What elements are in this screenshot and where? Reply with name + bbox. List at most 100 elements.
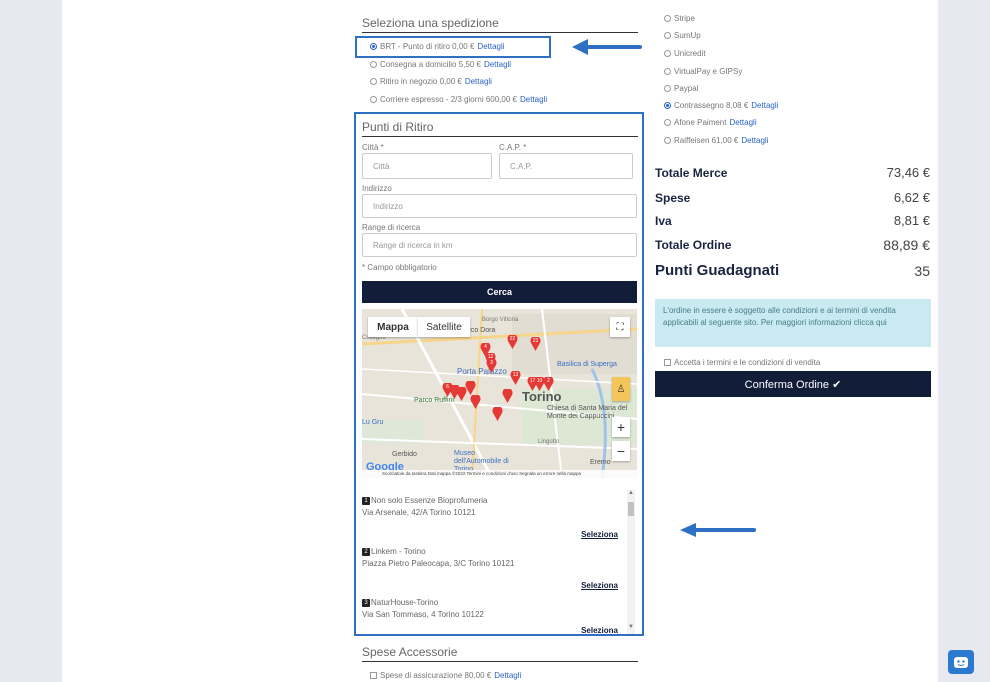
expenses-label: Spese: [655, 191, 691, 205]
map-footer[interactable]: Scorciatoie da tastiera Dati mappa ©2022…: [362, 470, 637, 478]
payment-option-afone[interactable]: Afone Paiment Dettagli: [664, 118, 757, 127]
pickup-title: Punti di Ritiro: [362, 120, 434, 134]
expenses-value: 6,62 €: [893, 190, 930, 205]
radio-icon[interactable]: [370, 78, 377, 85]
option-label: Corriere espresso - 2/3 giorni 600,00 €: [380, 95, 517, 104]
select-store-button[interactable]: Seleziona: [581, 626, 618, 634]
shipping-option-store[interactable]: Ritiro in negozio 0,00 € Dettagli: [370, 77, 492, 86]
confirm-order-button[interactable]: Conferma Ordine ✔: [655, 371, 931, 397]
select-store-button[interactable]: Seleziona: [581, 581, 618, 590]
accept-terms-label: Accetta i termini e le condizioni di ven…: [674, 358, 821, 367]
store-name: NaturHouse-Torino: [371, 598, 439, 607]
map-tab-satellite[interactable]: Satellite: [418, 317, 470, 337]
checkbox-icon[interactable]: [370, 672, 377, 679]
map-label-superga: Basilica di Superga: [557, 361, 617, 368]
scroll-up-icon[interactable]: ▲: [628, 490, 634, 496]
store-address: Via Arsenale, 42/A Torino 10121: [362, 508, 476, 517]
list-item[interactable]: 1 Non solo Essenze Bioprofumeria Via Arse…: [362, 496, 624, 539]
radio-icon[interactable]: [664, 85, 671, 92]
radio-icon[interactable]: [664, 15, 671, 22]
map[interactable]: Parco Dora Porta Palazzo Torino Parco Ru…: [362, 309, 637, 478]
vat-label: Iva: [655, 214, 672, 228]
list-item[interactable]: 2 Linkem - Torino Piazza Pietro Paleocapa…: [362, 547, 624, 590]
range-input[interactable]: Range di ricerca in km: [362, 233, 637, 257]
divider: [362, 661, 638, 662]
zoom-out-icon[interactable]: −: [612, 441, 630, 461]
option-label: Spese di assicurazione 80,00 €: [380, 671, 492, 680]
payment-option-sumup[interactable]: SumUp: [664, 31, 701, 40]
address-input[interactable]: Indirizzo: [362, 194, 637, 218]
scrollbar[interactable]: ▲ ▼: [627, 490, 635, 634]
map-tab-mappa[interactable]: Mappa: [368, 317, 418, 337]
map-pin[interactable]: [465, 381, 476, 395]
map-pin[interactable]: [470, 395, 481, 409]
radio-icon[interactable]: [664, 50, 671, 57]
details-link[interactable]: Dettagli: [741, 136, 768, 145]
payment-option-paypal[interactable]: Paypal: [664, 84, 698, 93]
radio-icon[interactable]: [664, 119, 671, 126]
cap-input[interactable]: C.A.P.: [499, 153, 633, 179]
street-view-icon[interactable]: ♙: [612, 377, 630, 401]
map-pin[interactable]: 22: [507, 335, 518, 349]
option-label: VirtualPay e GIPSy: [674, 67, 743, 76]
radio-icon[interactable]: [370, 61, 377, 68]
payment-option-virtualpay[interactable]: VirtualPay e GIPSy: [664, 67, 742, 76]
zoom-in-icon[interactable]: +: [612, 417, 630, 437]
radio-icon[interactable]: [664, 32, 671, 39]
details-link[interactable]: Dettagli: [729, 118, 756, 127]
merchandise-total-value: 73,46 €: [886, 165, 930, 180]
merchandise-total-label: Totale Merce: [655, 166, 728, 180]
shipping-option-express[interactable]: Corriere espresso - 2/3 giorni 600,00 € …: [370, 95, 547, 104]
shipping-title: Seleziona una spedizione: [362, 16, 499, 30]
checkbox-icon[interactable]: [664, 359, 671, 366]
annotation-arrow-icon: [572, 39, 642, 55]
store-list[interactable]: 1 Non solo Essenze Bioprofumeria Via Arse…: [362, 490, 636, 634]
option-label: Paypal: [674, 84, 699, 93]
map-pin[interactable]: 13: [510, 371, 521, 385]
scroll-down-icon[interactable]: ▼: [628, 624, 634, 630]
fullscreen-icon[interactable]: ⛶: [610, 317, 630, 337]
accept-terms[interactable]: Accetta i termini e le condizioni di ven…: [664, 358, 820, 367]
shipping-option-home[interactable]: Consegna a domicilio 5,50 € Dettagli: [370, 60, 511, 69]
radio-icon[interactable]: [664, 137, 671, 144]
map-label-torino: Torino: [522, 389, 562, 404]
details-link[interactable]: Dettagli: [520, 95, 547, 104]
map-pin[interactable]: 3: [486, 359, 497, 373]
map-pin[interactable]: 23: [530, 337, 541, 351]
scrollbar-thumb[interactable]: [628, 502, 634, 516]
select-store-button[interactable]: Seleziona: [581, 530, 618, 539]
details-link[interactable]: Dettagli: [465, 77, 492, 86]
map-pin-label: 3: [490, 360, 493, 366]
payment-option-raiffeisen[interactable]: Raiffeisen 61,00 € Dettagli: [664, 136, 768, 145]
insurance-option[interactable]: Spese di assicurazione 80,00 € Dettagli: [370, 671, 521, 680]
payment-option-stripe[interactable]: Stripe: [664, 14, 695, 23]
list-item[interactable]: 3 NaturHouse-Torino Via San Tommaso, 4 To…: [362, 598, 624, 634]
city-input[interactable]: Città: [362, 153, 492, 179]
annotation-arrow-icon: [680, 523, 756, 537]
store-name: Linkem - Torino: [371, 547, 426, 556]
option-label: SumUp: [674, 31, 701, 40]
payment-option-contrassegno[interactable]: Contrassegno 8,08 € Dettagli: [664, 101, 778, 110]
map-pin[interactable]: [502, 389, 513, 403]
chat-widget-icon[interactable]: [948, 650, 974, 674]
radio-icon[interactable]: [370, 96, 377, 103]
option-label: Unicredit: [674, 49, 706, 58]
payment-option-unicredit[interactable]: Unicredit: [664, 49, 706, 58]
store-number: 2: [362, 547, 370, 556]
address-label: Indirizzo: [362, 184, 392, 193]
map-label-lingotto: Lingotto: [538, 439, 560, 445]
map-pin-label: 2: [547, 378, 550, 384]
divider: [362, 136, 638, 137]
radio-icon[interactable]: [664, 68, 671, 75]
details-link[interactable]: Dettagli: [494, 671, 521, 680]
map-pin-label: 23: [532, 338, 539, 344]
details-link[interactable]: Dettagli: [751, 101, 778, 110]
map-pin[interactable]: 2: [543, 377, 554, 391]
radio-selected-icon[interactable]: [664, 102, 671, 109]
range-label: Range di ricerca: [362, 223, 421, 232]
map-pin[interactable]: [492, 407, 503, 421]
search-button[interactable]: Cerca: [362, 281, 637, 303]
option-label: Consegna a domicilio 5,50 €: [380, 60, 481, 69]
map-pin-label: 22: [509, 336, 516, 342]
details-link[interactable]: Dettagli: [484, 60, 511, 69]
